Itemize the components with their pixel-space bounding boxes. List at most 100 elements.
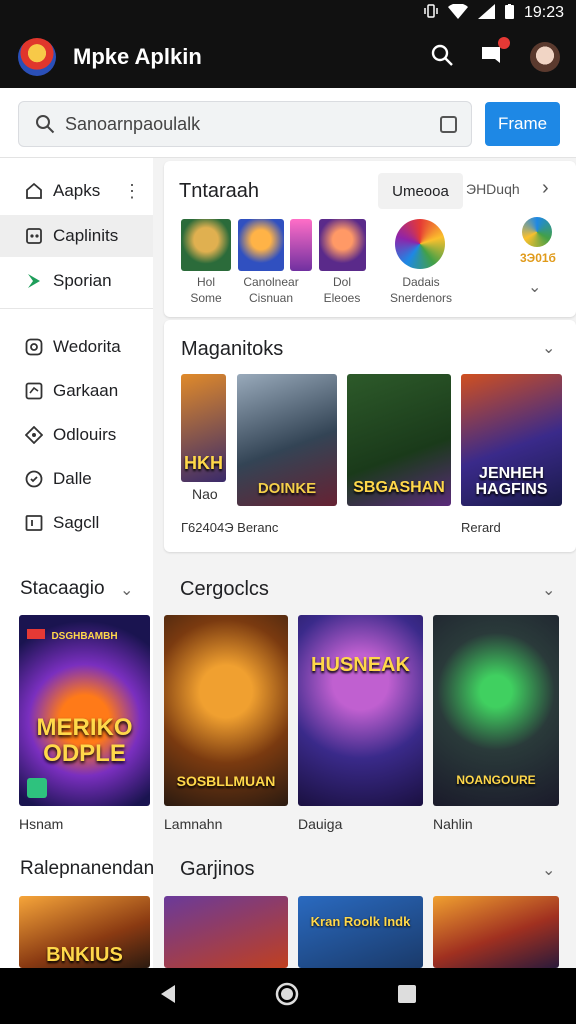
divider <box>0 308 153 309</box>
game-tile[interactable]: HUSNEAK <box>298 615 423 806</box>
categories-title: Cergoclcs <box>180 578 269 600</box>
avatar[interactable] <box>530 42 560 72</box>
sidebar-item-label: Aapks <box>53 181 101 200</box>
battery-icon <box>504 3 514 23</box>
frame-button[interactable]: Frame <box>485 102 560 146</box>
chevron-down-icon[interactable]: ⌄ <box>542 860 555 880</box>
sidebar-item-sagcll[interactable]: Sagcll <box>0 502 153 544</box>
app-bar: Mpke Aplkin <box>0 26 576 88</box>
featured-card: Tntaraah Umeooa ЭНDuqh › Hol Some Canoln… <box>164 161 576 317</box>
signal-icon <box>477 3 495 23</box>
content-area: Tntaraah Umeooa ЭНDuqh › Hol Some Canoln… <box>153 158 576 968</box>
app-sub: Eleoes <box>323 291 361 305</box>
tile-title: DOINKE <box>257 480 317 497</box>
home-icon <box>24 181 44 201</box>
app-sub: Some <box>190 291 222 305</box>
chip-filter-2[interactable]: ЭНDuqh <box>466 181 520 197</box>
more-icon[interactable]: ⋮ <box>123 181 141 202</box>
game-tile[interactable]: SBGASHAN <box>347 374 451 506</box>
sidebar-item-wedorita[interactable]: Wedorita <box>0 326 153 368</box>
sidebar-item-label: Wedorita <box>53 337 121 356</box>
tile-caption: Hsnam <box>19 816 64 832</box>
app-sub: Cisnuan <box>248 291 294 305</box>
app-icon[interactable] <box>395 219 445 269</box>
tile-title: SOSBLLMUAN <box>176 773 276 789</box>
tile-title: NOANGOURE <box>456 773 536 787</box>
chevron-down-icon[interactable]: ⌄ <box>542 338 555 358</box>
app-icon[interactable] <box>238 219 284 271</box>
search-icon[interactable] <box>430 43 454 72</box>
chevron-down-icon[interactable]: ⌄ <box>542 580 555 600</box>
sidebar-item-label: Garkaan <box>53 381 119 400</box>
section-title-bottom-left: Ralepnanendan <box>20 858 155 879</box>
app-name: Dol <box>332 275 351 289</box>
tile-caption: Nahlin <box>433 816 473 832</box>
sidebar-item-caplinits[interactable]: Caplinits <box>0 215 153 257</box>
tile-title: JENHEH HAGFINS <box>475 465 548 498</box>
app-extra-value: 3Э01б <box>520 251 556 265</box>
search-icon <box>35 114 55 134</box>
game-tile-bottom-left[interactable]: BNKIUS <box>19 896 150 968</box>
search-box <box>18 101 472 147</box>
system-nav-bar <box>0 968 576 1024</box>
back-icon[interactable] <box>159 984 177 1009</box>
sidebar-item-label: Sagcll <box>53 513 100 532</box>
app-title: Mpke Aplkin <box>73 44 202 69</box>
app-name: Dadais <box>402 275 440 289</box>
game-tile[interactable]: NOANGOURE <box>433 615 559 806</box>
featured-card-title: Tntaraah <box>179 180 260 202</box>
checkbox-icon[interactable] <box>440 115 457 133</box>
image-icon <box>24 381 44 401</box>
game-tile[interactable]: HKH <box>181 374 226 482</box>
game-badge-icon <box>27 778 47 798</box>
tile-title: HKH <box>184 453 223 473</box>
sidebar-item-odlouirs[interactable]: Odlouirs <box>0 414 153 456</box>
gamepad-icon <box>24 226 44 246</box>
chevron-down-icon[interactable]: ⌄ <box>120 580 133 600</box>
sidebar-item-garkaan[interactable]: Garkaan <box>0 370 153 412</box>
game-tile[interactable] <box>164 896 288 968</box>
game-tile[interactable]: DOINKE <box>237 374 337 506</box>
sidebar-item-label: Dalle <box>53 469 92 488</box>
game-tile[interactable] <box>433 896 559 968</box>
search-input[interactable] <box>65 113 415 135</box>
bracket-icon <box>24 513 44 533</box>
tile-title: MERIKO ODPLE <box>36 714 133 768</box>
app-logo[interactable] <box>18 38 56 76</box>
sidebar-item-aapks[interactable]: Aapks ⋮ <box>0 170 153 212</box>
play-triangle-icon <box>24 271 44 291</box>
recents-icon[interactable] <box>397 984 417 1009</box>
search-bar: Frame <box>0 88 576 158</box>
bottom-section-title: Garjinos <box>180 858 255 880</box>
game-tile[interactable]: JENHEH HAGFINS <box>461 374 562 506</box>
chip-filter-1[interactable]: Umeooa <box>378 173 463 209</box>
vibrate-icon <box>424 3 438 23</box>
app-icon[interactable] <box>290 219 312 271</box>
game-tile[interactable]: Kran Roolk Indk <box>298 896 423 968</box>
sidebar-item-label: Caplinits <box>53 226 119 245</box>
wifi-icon <box>447 2 468 23</box>
app-icon[interactable] <box>522 217 552 247</box>
app-icon[interactable] <box>181 219 231 271</box>
chevron-right-icon[interactable]: › <box>542 177 549 200</box>
circle-square-icon <box>24 337 44 357</box>
tile-caption: Nao <box>192 486 218 502</box>
clock: 19:23 <box>523 4 564 21</box>
game-tile[interactable]: SOSBLLMUAN <box>164 615 288 806</box>
magazines-title: Maganitoks <box>181 338 284 360</box>
app-icon[interactable] <box>319 219 366 271</box>
sidebar: Aapks ⋮ Caplinits Sporian Wedorita Garka… <box>0 158 153 578</box>
status-bar: 19:23 <box>0 0 576 26</box>
tile-top-text: DSGHBAMBH <box>51 631 118 642</box>
game-tile-left[interactable]: DSGHBAMBH MERIKO ODPLE <box>19 615 150 806</box>
notification-icon[interactable] <box>480 36 510 72</box>
app-name: Canolnear <box>243 275 299 289</box>
sidebar-item-sporian[interactable]: Sporian <box>0 260 153 302</box>
sidebar-item-label: Sporian <box>53 271 112 290</box>
tile-title: Kran Roolk Indk <box>310 914 411 929</box>
sidebar-item-dalle[interactable]: Dalle <box>0 458 153 500</box>
tile-title: SBGASHAN <box>353 479 445 496</box>
home-button-icon[interactable] <box>275 982 299 1011</box>
tag-icon <box>24 469 44 489</box>
chevron-down-icon[interactable]: ⌄ <box>528 277 541 297</box>
